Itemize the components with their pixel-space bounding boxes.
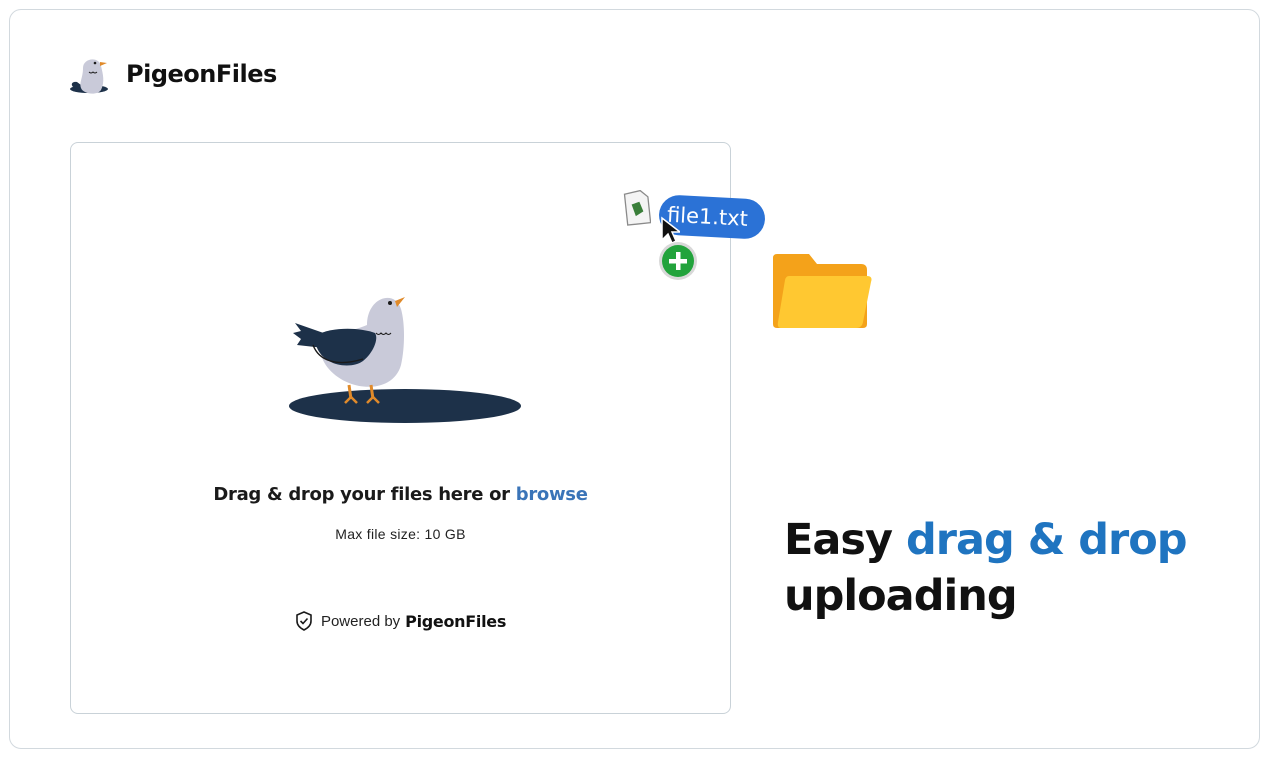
brand-name: PigeonFiles bbox=[126, 60, 277, 88]
powered-by: Powered by PigeonFiles bbox=[70, 611, 731, 631]
tagline-word-uploading: uploading bbox=[784, 571, 1018, 621]
pigeon-icon bbox=[70, 59, 108, 94]
pigeon-illustration bbox=[289, 297, 521, 423]
plus-circle-icon bbox=[659, 242, 697, 280]
text-file-icon bbox=[623, 190, 651, 226]
drop-prompt: Drag & drop your files here or browse bbox=[70, 484, 731, 505]
drop-prompt-text: Drag & drop your files here or bbox=[213, 484, 516, 505]
shield-check-icon bbox=[296, 611, 312, 631]
max-file-size: Max file size: 10 GB bbox=[335, 526, 466, 542]
browse-link[interactable]: browse bbox=[516, 484, 588, 505]
folder-icon[interactable] bbox=[771, 252, 873, 330]
powered-by-label: Powered by bbox=[320, 612, 401, 630]
tagline-word-easy: Easy bbox=[784, 515, 893, 565]
tagline-accent: drag & drop bbox=[906, 515, 1188, 565]
tagline: Easy drag & drop uploading bbox=[784, 512, 1244, 624]
brand-header[interactable]: PigeonFiles bbox=[69, 52, 277, 96]
powered-by-brand[interactable]: PigeonFiles bbox=[405, 612, 506, 631]
